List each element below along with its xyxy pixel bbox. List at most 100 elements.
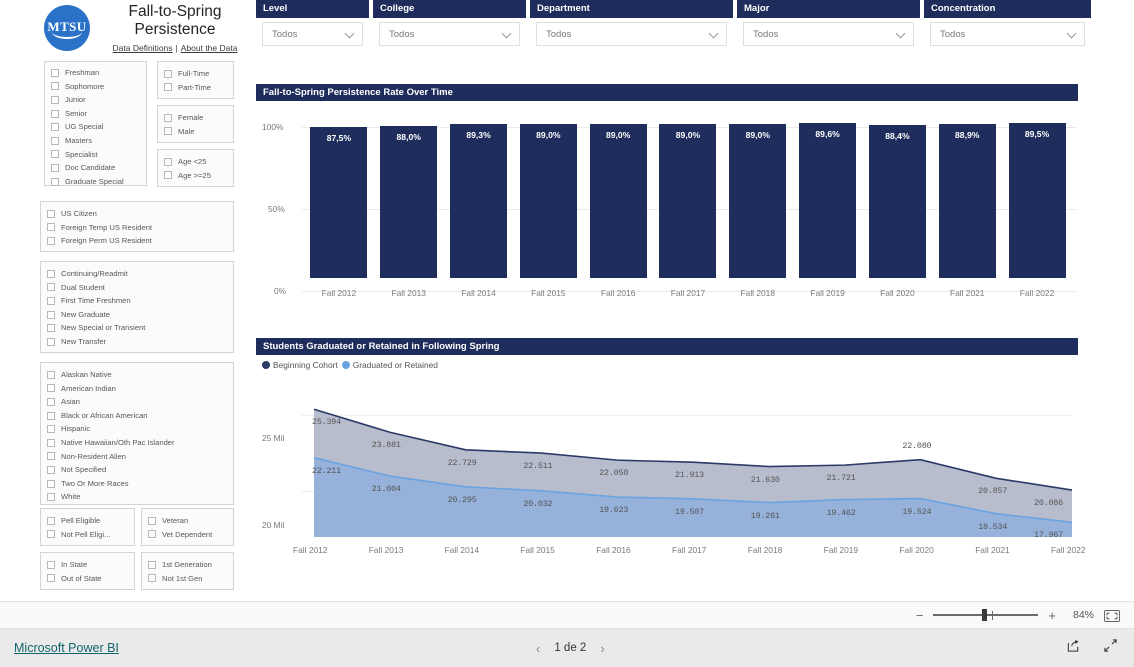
zoom-slider[interactable] <box>933 609 1039 622</box>
bar-column[interactable]: 89,0% Fall 2015 <box>513 105 583 298</box>
slicer-residency[interactable]: In State Out of State <box>40 552 135 590</box>
checkbox-icon[interactable] <box>47 452 55 461</box>
slicer-option[interactable]: Vet Dependent <box>142 528 233 542</box>
checkbox-icon[interactable] <box>47 384 55 393</box>
filter-major[interactable]: Major Todos <box>737 0 920 50</box>
slicer-option[interactable]: Continuing/Readmit <box>41 267 233 281</box>
bar[interactable]: 89,3% <box>450 123 508 278</box>
checkbox-icon[interactable] <box>47 223 55 232</box>
bar-column[interactable]: 89,3% Fall 2014 <box>444 105 514 298</box>
graduated-retained-area-chart[interactable]: Students Graduated or Retained in Follow… <box>256 338 1085 590</box>
slicer-option[interactable]: First Time Freshmen <box>41 294 233 308</box>
checkbox-icon[interactable] <box>47 370 55 379</box>
zoom-toolbar[interactable]: − + 84% <box>0 601 1134 629</box>
checkbox-icon[interactable] <box>47 411 55 420</box>
bar[interactable]: 89,6% <box>799 123 857 278</box>
bar[interactable]: 89,0% <box>519 124 577 278</box>
checkbox-icon[interactable] <box>47 493 55 502</box>
checkbox-icon[interactable] <box>51 109 59 118</box>
slicer-option[interactable]: US Citizen <box>41 207 233 221</box>
slicer-option[interactable]: Native Hawaiian/Oth Pac Islander <box>41 436 233 450</box>
bar-column[interactable]: 89,0% Fall 2016 <box>583 105 653 298</box>
checkbox-icon[interactable] <box>164 171 172 180</box>
slicer-option[interactable]: New Transfer <box>41 335 233 349</box>
slicer-option[interactable]: UG Special <box>45 120 146 134</box>
chevron-down-icon[interactable] <box>710 30 719 39</box>
checkbox-icon[interactable] <box>47 438 55 447</box>
checkbox-icon[interactable] <box>47 209 55 218</box>
slicer-option[interactable]: Junior <box>45 93 146 107</box>
legend-item-beginning-cohort[interactable]: Beginning Cohort <box>262 360 338 370</box>
checkbox-icon[interactable] <box>164 83 172 92</box>
filter-college[interactable]: College Todos <box>373 0 526 50</box>
checkbox-icon[interactable] <box>47 425 55 434</box>
filter-level[interactable]: Level Todos <box>256 0 369 50</box>
bar[interactable]: 88,9% <box>938 124 996 278</box>
bar[interactable]: 88,0% <box>380 125 438 278</box>
slicer-option[interactable]: 1st Generation <box>142 558 233 572</box>
checkbox-icon[interactable] <box>47 479 55 488</box>
checkbox-icon[interactable] <box>148 574 156 583</box>
zoom-slider-thumb[interactable] <box>981 609 987 622</box>
bar-column[interactable]: 89,0% Fall 2018 <box>723 105 793 298</box>
filter-department[interactable]: Department Todos <box>530 0 733 50</box>
legend-item-graduated-or-retained[interactable]: Graduated or Retained <box>341 360 438 370</box>
slicer-option[interactable]: Pell Eligible <box>41 514 134 528</box>
power-bi-brand-link[interactable]: Microsoft Power BI <box>14 641 119 655</box>
zoom-out-button[interactable]: − <box>916 609 924 622</box>
checkbox-icon[interactable] <box>47 516 55 525</box>
slicer-option[interactable]: Foreign Perm US Resident <box>41 234 233 248</box>
checkbox-icon[interactable] <box>148 560 156 569</box>
slicer-option[interactable]: Full-Time <box>158 67 233 81</box>
slicer-option[interactable]: New Special or Transient <box>41 321 233 335</box>
bar-column[interactable]: 88,4% Fall 2020 <box>863 105 933 298</box>
bar-column[interactable]: 87,5% Fall 2012 <box>304 105 374 298</box>
filter-concentration[interactable]: Concentration Todos <box>924 0 1091 50</box>
slicer-option[interactable]: Non-Resident Alien <box>41 450 233 464</box>
slicer-option[interactable]: Foreign Temp US Resident <box>41 221 233 235</box>
slicer-student-type[interactable]: Continuing/Readmit Dual Student First Ti… <box>40 261 234 353</box>
filter-dropdown[interactable]: Todos <box>930 22 1085 46</box>
checkbox-icon[interactable] <box>164 69 172 78</box>
checkbox-icon[interactable] <box>164 113 172 122</box>
slicer-ethnicity[interactable]: Alaskan Native American Indian Asian Bla… <box>40 362 234 505</box>
slicer-option[interactable]: Black or African American <box>41 409 233 423</box>
checkbox-icon[interactable] <box>47 324 55 333</box>
slicer-option[interactable]: Veteran <box>142 514 233 528</box>
slicer-option[interactable]: Asian <box>41 395 233 409</box>
checkbox-icon[interactable] <box>47 296 55 305</box>
checkbox-icon[interactable] <box>51 68 59 77</box>
about-the-data-link[interactable]: About the Data <box>181 43 238 53</box>
filter-dropdown[interactable]: Todos <box>743 22 914 46</box>
checkbox-icon[interactable] <box>47 310 55 319</box>
checkbox-icon[interactable] <box>148 516 156 525</box>
checkbox-icon[interactable] <box>51 177 59 186</box>
chevron-down-icon[interactable] <box>346 30 355 39</box>
slicer-option[interactable]: Male <box>158 125 233 139</box>
slicer-option[interactable]: Part-Time <box>158 81 233 95</box>
slicer-option[interactable]: Age >=25 <box>158 169 233 183</box>
checkbox-icon[interactable] <box>47 269 55 278</box>
slicer-option[interactable]: Not 1st Gen <box>142 572 233 586</box>
data-definitions-link[interactable]: Data Definitions <box>113 43 173 53</box>
checkbox-icon[interactable] <box>47 236 55 245</box>
slicer-enrollment-status[interactable]: Full-Time Part-Time <box>157 61 234 99</box>
share-icon[interactable] <box>1066 638 1081 658</box>
chevron-down-icon[interactable] <box>897 30 906 39</box>
slicer-citizenship[interactable]: US Citizen Foreign Temp US Resident Fore… <box>40 201 234 252</box>
checkbox-icon[interactable] <box>164 127 172 136</box>
slicer-option[interactable]: American Indian <box>41 382 233 396</box>
bar-column[interactable]: 89,0% Fall 2017 <box>653 105 723 298</box>
slicer-option[interactable]: Two Or More Races <box>41 477 233 491</box>
slicer-generation[interactable]: 1st Generation Not 1st Gen <box>141 552 234 590</box>
checkbox-icon[interactable] <box>47 283 55 292</box>
checkbox-icon[interactable] <box>164 157 172 166</box>
slicer-option[interactable]: Alaskan Native <box>41 368 233 382</box>
slicer-option[interactable]: Not Specified <box>41 463 233 477</box>
bar[interactable]: 89,5% <box>1008 123 1066 278</box>
checkbox-icon[interactable] <box>47 465 55 474</box>
bar-column[interactable]: 88,9% Fall 2021 <box>932 105 1002 298</box>
bar[interactable]: 89,0% <box>659 124 717 278</box>
fit-to-page-icon[interactable] <box>1104 609 1120 622</box>
slicer-option[interactable]: Hispanic <box>41 422 233 436</box>
